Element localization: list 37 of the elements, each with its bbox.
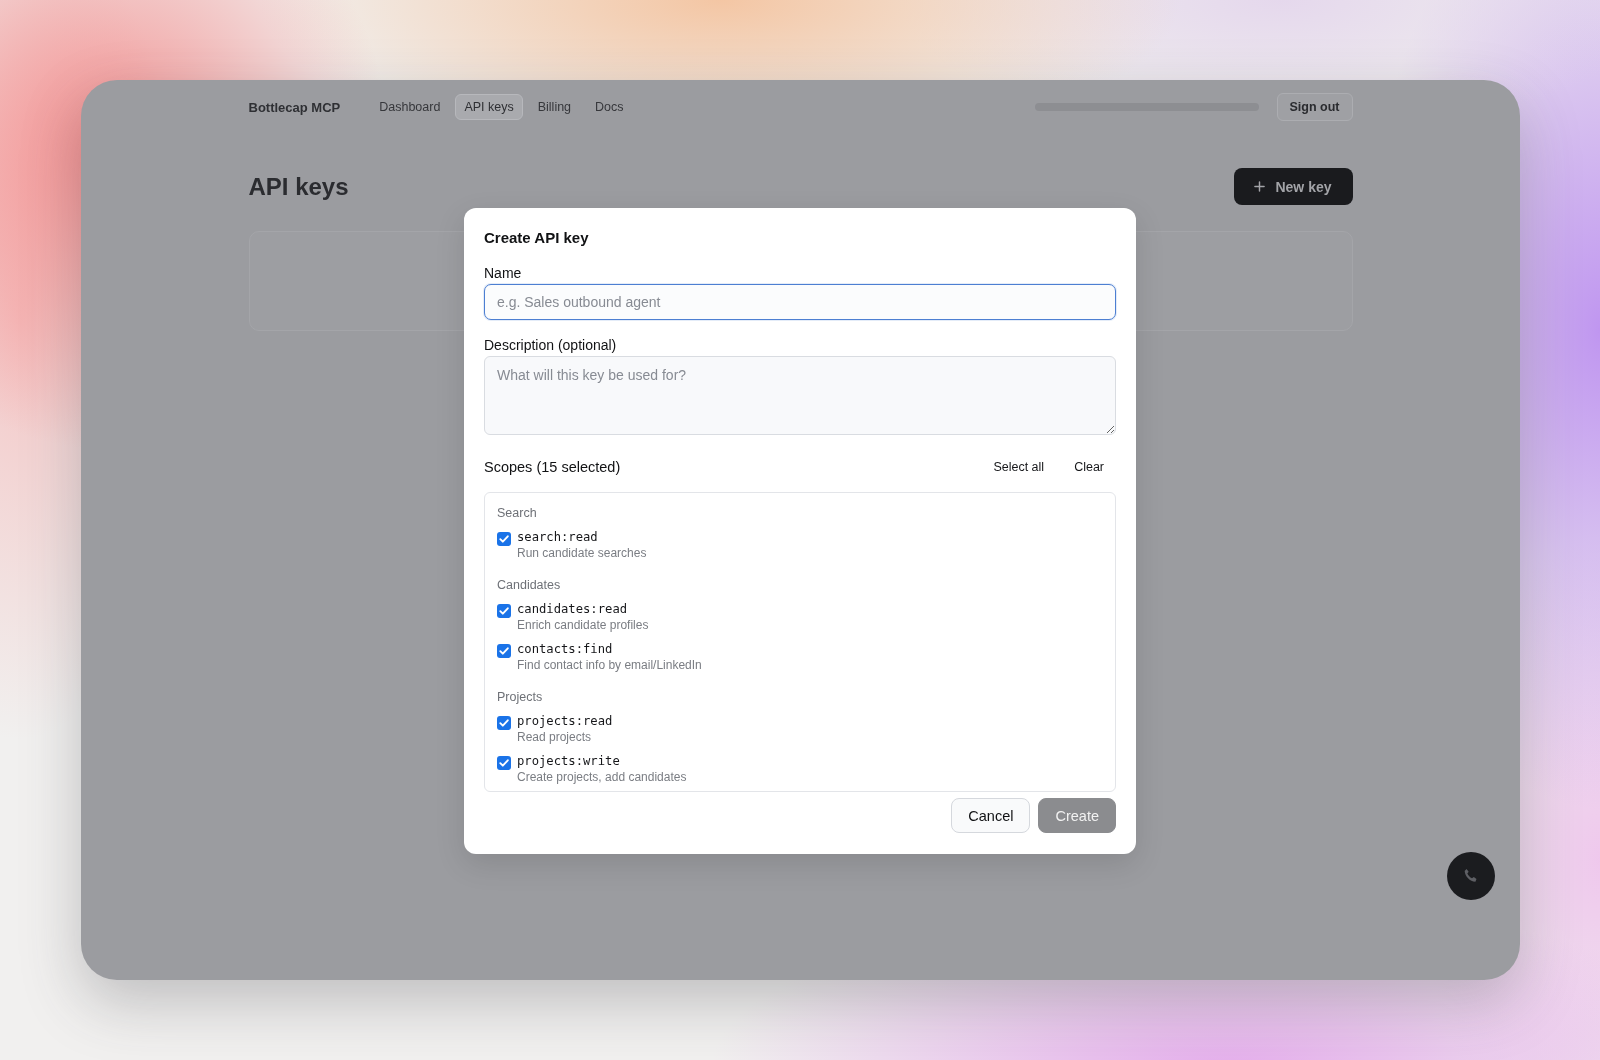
brand-name: Bottlecap MCP <box>248 99 341 115</box>
checkbox[interactable] <box>497 604 511 618</box>
checkbox[interactable] <box>497 532 511 546</box>
scope-description: Create projects, add candidates <box>517 769 687 785</box>
scope-description: Enrich candidate profiles <box>517 617 649 633</box>
nav-link[interactable]: API keys <box>455 94 523 120</box>
scope-name: projects:write <box>517 753 621 769</box>
scope-description: Find contact info by email/LinkedIn <box>517 657 702 673</box>
scope-name: search:read <box>517 529 599 545</box>
field-label: Description (optional) <box>484 336 618 354</box>
checkbox[interactable] <box>497 756 511 770</box>
plus-icon <box>1254 181 1266 192</box>
scope-description: Read projects <box>517 729 593 745</box>
scope-name: contacts:find <box>517 641 614 657</box>
new-key-button[interactable]: New key <box>1233 168 1353 205</box>
scopes-heading: Scopes (15 selected) <box>484 459 621 475</box>
nav-link[interactable]: Dashboard <box>370 94 450 120</box>
scope-name: candidates:read <box>517 601 629 617</box>
scope-action-button[interactable]: Select all <box>981 456 1057 478</box>
scope-action-button[interactable]: Clear <box>1062 456 1116 478</box>
name-input[interactable]: e.g. Sales outbound agent <box>484 284 1116 320</box>
dialog-title: Create API key <box>484 228 590 248</box>
cancel-button[interactable]: Cancel <box>951 798 1031 833</box>
call-button[interactable] <box>1447 852 1495 900</box>
scope-name: projects:read <box>517 713 613 729</box>
sign-out-button[interactable]: Sign out <box>1276 93 1353 121</box>
scope-description: Run candidate searches <box>517 545 647 561</box>
scope-group-label: Search <box>497 505 538 521</box>
page-title: API keys <box>248 172 349 201</box>
field-label: Name <box>484 264 523 282</box>
nav-link[interactable]: Billing <box>528 94 581 120</box>
scope-group-label: Candidates <box>497 577 562 593</box>
checkbox[interactable] <box>497 644 511 658</box>
nav-link[interactable]: Docs <box>586 94 633 120</box>
scope-group-label: Projects <box>497 689 544 705</box>
description-textarea[interactable]: What will this key be used for? <box>484 356 1116 435</box>
checkbox[interactable] <box>497 716 511 730</box>
